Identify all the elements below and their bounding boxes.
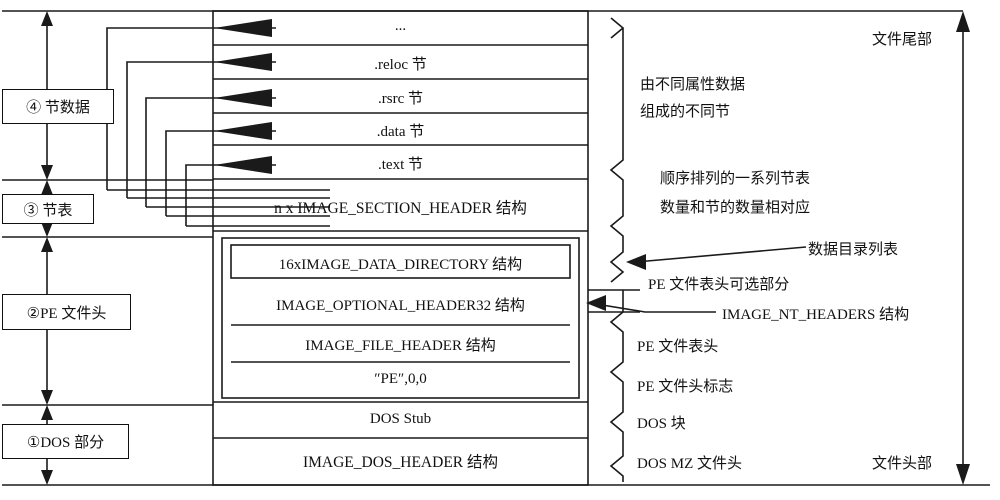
note-optional-part: PE 文件表头可选部分 [648,273,789,294]
row-pe-signature-label: ″PE″,0,0 [374,371,427,387]
note-nt-headers-label: IMAGE_NT_HEADERS 结构 [722,307,910,323]
note-section-table-line1: 顺序排列的一系列节表 [660,167,810,188]
row-image-data-directory: 16xIMAGE_DATA_DIRECTORY 结构 [231,253,570,274]
note-dos-mz-header-label: DOS MZ 文件头 [637,456,743,472]
note-sections-line1: 由不同属性数据 [640,73,745,94]
row-image-section-header-label: n x IMAGE_SECTION_HEADER 结构 [274,200,527,217]
note-dos-block-label: DOS 块 [637,416,686,432]
row-image-dos-header: IMAGE_DOS_HEADER 结构 [213,450,588,472]
note-pe-signature: PE 文件头标志 [637,375,733,396]
note-file-tail-label: 文件尾部 [872,32,933,48]
left-box-pe-header-label: ②PE 文件头 [26,305,107,322]
note-sections-line2-label: 组成的不同节 [640,104,731,120]
row-reloc-section: .reloc 节 [213,53,588,74]
arrow-up-section-table [41,180,53,195]
row-image-optional-header32-label: IMAGE_OPTIONAL_HEADER32 结构 [276,298,525,314]
arrowhead-data-directory [626,254,646,270]
arrow-down-section-table [41,222,53,237]
note-sections-line2: 组成的不同节 [640,100,730,121]
left-box-section-data-label: ④ 节数据 [26,100,90,116]
brace-dos-block [609,398,624,444]
row-dos-stub-label: DOS Stub [369,411,432,427]
leader-data-directory [635,246,807,263]
note-dos-block: DOS 块 [637,412,686,433]
arrow-up-dos-part [41,405,53,420]
left-box-dos-part-label: ①DOS 部分 [26,435,105,451]
row-image-dos-header-label: IMAGE_DOS_HEADER 结构 [302,454,499,471]
row-image-section-header: n x IMAGE_SECTION_HEADER 结构 [213,196,588,218]
arrow-up-pe-header [41,237,53,252]
row-ellipsis-label: ... [394,18,407,34]
note-nt-headers: IMAGE_NT_HEADERS 结构 [722,303,909,324]
note-sections-line1-label: 由不同属性数据 [640,77,746,93]
note-file-tail: 文件尾部 [872,28,932,49]
pe-file-structure-diagram: ④ 节数据 ③ 节表 ②PE 文件头 ①DOS 部分 ... .reloc 节 … [0,0,1000,500]
note-pe-file-header: PE 文件表头 [637,335,718,356]
brace-data-directory [609,240,625,283]
row-image-file-header: IMAGE_FILE_HEADER 结构 [231,334,570,355]
left-box-dos-part: ①DOS 部分 [2,424,129,459]
row-rsrc-section-label: .rsrc 节 [378,91,423,107]
row-dos-stub: DOS Stub [213,411,588,428]
row-image-data-directory-label: 16xIMAGE_DATA_DIRECTORY 结构 [278,257,523,273]
note-data-directory: 数据目录列表 [808,238,898,259]
row-ellipsis: ... [213,18,588,35]
arrow-down-pe-header [41,390,53,405]
left-box-section-table: ③ 节表 [2,194,94,224]
note-file-head-label: 文件头部 [872,456,933,472]
arrow-down-file-extent [956,464,970,485]
brace-pe-signature [609,352,624,398]
left-box-pe-header: ②PE 文件头 [2,294,131,330]
note-pe-signature-label: PE 文件头标志 [637,379,734,395]
note-data-directory-label: 数据目录列表 [808,242,899,258]
row-image-optional-header32: IMAGE_OPTIONAL_HEADER32 结构 [231,294,570,315]
left-box-section-table-label: ③ 节表 [23,202,73,219]
note-section-table-line2-label: 数量和节的数量相对应 [660,200,811,216]
row-pe-signature: ″PE″,0,0 [231,371,570,388]
note-section-table-line1-label: 顺序排列的一系列节表 [660,171,811,187]
row-reloc-section-label: .reloc 节 [374,57,427,73]
note-file-head: 文件头部 [872,452,932,473]
leader-nt-headers [589,302,716,313]
note-dos-mz-header: DOS MZ 文件头 [637,452,742,473]
note-optional-part-label: PE 文件表头可选部分 [648,277,790,293]
arrow-up-section-data [41,11,53,26]
brace-pe-file-header [609,290,624,352]
row-text-section-label: .text 节 [378,157,423,173]
brace-dos-mz-header [609,444,624,482]
brace-sections [609,17,625,182]
arrow-down-dos-part [41,470,53,485]
row-data-section: .data 节 [213,120,588,141]
arrow-down-section-data [41,165,53,180]
note-pe-file-header-label: PE 文件表头 [637,339,719,355]
arrow-up-file-extent [956,11,970,32]
row-rsrc-section: .rsrc 节 [213,87,588,108]
arrowhead-nt-headers [586,295,606,311]
row-image-file-header-label: IMAGE_FILE_HEADER 结构 [305,338,496,354]
brace-section-table [609,182,624,240]
note-section-table-line2: 数量和节的数量相对应 [660,196,810,217]
row-text-section: .text 节 [213,153,588,174]
left-box-section-data: ④ 节数据 [2,89,114,124]
row-data-section-label: .data 节 [376,124,425,140]
